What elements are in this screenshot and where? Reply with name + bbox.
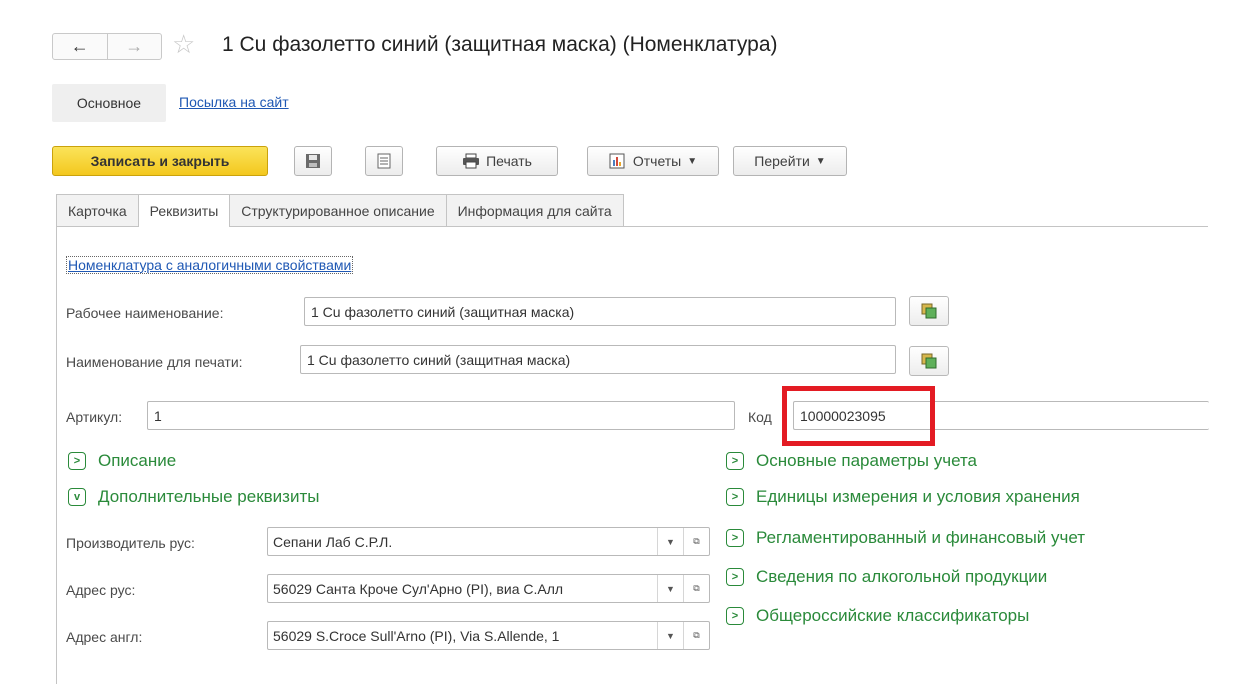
goto-button[interactable]: Перейти ▼ (733, 146, 847, 176)
group-alcohol-info[interactable]: > Сведения по алкогольной продукции (726, 567, 1047, 587)
save-button[interactable] (294, 146, 332, 176)
copy-icon (921, 303, 937, 319)
work-name-field[interactable]: 1 Cu фазолетто синий (защитная маска) (304, 297, 896, 326)
address-ru-label: Адрес рус: (66, 582, 136, 598)
group-classifiers[interactable]: > Общероссийские классификаторы (726, 606, 1029, 626)
printer-icon (463, 153, 480, 169)
save-close-button[interactable]: Записать и закрыть (52, 146, 268, 176)
expand-icon: > (726, 607, 744, 625)
dropdown-arrow-icon[interactable]: ▼ (657, 622, 683, 649)
expand-icon: > (726, 568, 744, 586)
list-button[interactable] (365, 146, 403, 176)
forward-button[interactable]: → (106, 34, 162, 59)
panel-site-link[interactable]: Посылка на сайт (179, 94, 289, 110)
dropdown-arrow-icon[interactable]: ▼ (657, 575, 683, 602)
reports-label: Отчеты (632, 153, 682, 169)
group-description-label: Описание (98, 451, 177, 470)
reports-button[interactable]: Отчеты ▼ (587, 146, 719, 176)
address-en-label: Адрес англ: (66, 629, 143, 645)
work-name-label: Рабочее наименование: (66, 305, 224, 321)
copy-icon (921, 353, 937, 369)
arrow-right-icon: → (125, 36, 144, 56)
group-units-storage[interactable]: > Единицы измерения и условия хранения (726, 487, 1080, 507)
group-label: Основные параметры учета (756, 451, 978, 470)
group-description[interactable]: > Описание (68, 451, 176, 471)
group-additional-label: Дополнительные реквизиты (98, 487, 320, 506)
group-label: Единицы измерения и условия хранения (756, 487, 1080, 506)
tab-panel-border (56, 226, 57, 684)
tab-requisites[interactable]: Реквизиты (137, 194, 231, 227)
expand-icon: > (726, 488, 744, 506)
address-ru-field[interactable]: 56029 Санта Кроче Сул'Арно (PI), виа С.А… (267, 574, 710, 603)
print-label: Печать (486, 153, 532, 169)
manufacturer-label: Производитель рус: (66, 535, 195, 551)
group-additional[interactable]: v Дополнительные реквизиты (68, 487, 319, 507)
expand-icon: > (726, 529, 744, 547)
code-label: Код (748, 409, 772, 425)
tab-card[interactable]: Карточка (56, 194, 139, 226)
group-label: Общероссийские классификаторы (756, 606, 1030, 625)
address-en-value: 56029 S.Croce Sull'Arno (PI), Via S.Alle… (273, 627, 560, 644)
goto-label: Перейти (754, 153, 810, 169)
panel-main-link[interactable]: Основное (52, 84, 166, 122)
star-icon[interactable]: ☆ (172, 31, 195, 57)
print-name-label: Наименование для печати: (66, 354, 243, 370)
group-accounting-params[interactable]: > Основные параметры учета (726, 451, 977, 471)
open-form-icon[interactable]: ⧉ (683, 622, 709, 649)
group-label: Сведения по алкогольной продукции (756, 567, 1048, 586)
address-en-field[interactable]: 56029 S.Croce Sull'Arno (PI), Via S.Alle… (267, 621, 710, 650)
print-button[interactable]: Печать (436, 146, 558, 176)
chevron-down-icon: ▼ (687, 155, 698, 167)
arrow-left-icon: ← (70, 36, 89, 56)
report-icon (609, 153, 625, 169)
tab-site-info[interactable]: Информация для сайта (445, 194, 624, 226)
document-list-icon (377, 153, 391, 169)
collapse-icon: v (68, 488, 86, 506)
back-button[interactable]: ← (53, 34, 107, 59)
article-field[interactable]: 1 (147, 401, 735, 430)
history-nav: ← → (52, 33, 162, 60)
print-name-field[interactable]: 1 Cu фазолетто синий (защитная маска) (300, 345, 896, 374)
open-form-icon[interactable]: ⧉ (683, 575, 709, 602)
print-name-copy-button[interactable] (909, 346, 949, 376)
address-ru-value: 56029 Санта Кроче Сул'Арно (PI), виа С.А… (273, 580, 564, 597)
group-regulated-accounting[interactable]: > Регламентированный и финансовый учет (726, 528, 1085, 548)
article-label: Артикул: (66, 409, 123, 425)
manufacturer-field[interactable]: Сепани Лаб С.Р.Л. ▼ ⧉ (267, 527, 710, 556)
manufacturer-value: Сепани Лаб С.Р.Л. (273, 533, 393, 550)
similar-items-link[interactable]: Номенклатура с аналогичными свойствами (66, 256, 354, 274)
page-title: 1 Cu фазолетто синий (защитная маска) (Н… (222, 33, 778, 56)
tab-structured-description[interactable]: Структурированное описание (229, 194, 447, 226)
chevron-down-icon: ▼ (815, 155, 826, 167)
floppy-icon (306, 154, 320, 168)
work-name-copy-button[interactable] (909, 296, 949, 326)
expand-icon: > (68, 452, 86, 470)
expand-icon: > (726, 452, 744, 470)
tab-bar: Карточка Реквизиты Структурированное опи… (56, 194, 624, 227)
highlight-box (782, 386, 935, 446)
dropdown-arrow-icon[interactable]: ▼ (657, 528, 683, 555)
open-form-icon[interactable]: ⧉ (683, 528, 709, 555)
group-label: Регламентированный и финансовый учет (756, 528, 1086, 547)
